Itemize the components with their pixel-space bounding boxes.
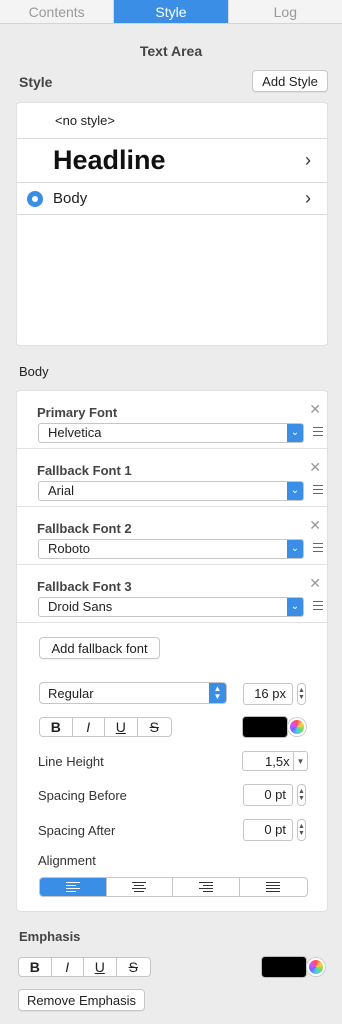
drag-handle-icon[interactable]: [313, 427, 323, 436]
spacing-after-stepper[interactable]: ▲ ▼: [297, 819, 306, 841]
panel-title: Text Area: [139, 43, 203, 59]
font-select[interactable]: Droid Sans ⌄: [38, 597, 304, 617]
dropdown-arrow-icon: ⌄: [287, 540, 303, 558]
font-select-value: Roboto: [48, 541, 90, 556]
font-label: Fallback Font 2: [37, 521, 132, 536]
close-icon[interactable]: ✕: [309, 517, 321, 534]
style-item-no-style[interactable]: <no style>: [17, 103, 327, 139]
spacing-after-label: Spacing After: [38, 823, 116, 838]
tab-style[interactable]: Style: [114, 0, 229, 23]
dropdown-arrow-icon: ⌄: [287, 598, 303, 616]
font-row-fallback-3: Fallback Font 3 ✕ Droid Sans ⌄: [17, 565, 327, 623]
dropdown-arrow-icon: ⌄: [287, 482, 303, 500]
emphasis-bold-button[interactable]: B: [19, 958, 52, 976]
tab-log[interactable]: Log: [229, 0, 342, 23]
align-right-icon: [198, 882, 213, 892]
style-list: <no style> Headline › Body ›: [16, 102, 328, 346]
remove-emphasis-button[interactable]: Remove Emphasis: [18, 989, 145, 1011]
align-justify-button[interactable]: [240, 878, 307, 896]
font-weight-select[interactable]: Regular ▲ ▼: [39, 682, 227, 704]
add-style-button[interactable]: Add Style: [252, 70, 328, 92]
text-color-swatch[interactable]: [242, 716, 288, 738]
stepper-icon: ▲ ▼: [209, 683, 226, 703]
emphasis-format-buttons: B I U S: [18, 957, 151, 977]
font-weight-value: Regular: [48, 686, 94, 701]
font-select[interactable]: Arial ⌄: [38, 481, 304, 501]
color-wheel-icon[interactable]: [307, 958, 325, 976]
line-height-label: Line Height: [38, 754, 104, 769]
emphasis-strikethrough-button[interactable]: S: [117, 958, 150, 976]
alignment-buttons: [39, 877, 308, 897]
alignment-label: Alignment: [38, 853, 96, 868]
italic-button[interactable]: I: [73, 718, 105, 736]
add-fallback-font-button[interactable]: Add fallback font: [39, 637, 160, 659]
close-icon[interactable]: ✕: [309, 459, 321, 476]
radio-selected-icon: [27, 190, 43, 207]
dropdown-arrow-icon: ⌄: [287, 424, 303, 442]
font-size-stepper[interactable]: ▲ ▼: [297, 683, 306, 705]
chevron-right-icon: ›: [305, 188, 311, 208]
font-label: Primary Font: [37, 405, 118, 420]
spacing-after-field[interactable]: 0 pt: [243, 819, 293, 841]
style-item-headline[interactable]: Headline ›: [17, 139, 327, 183]
style-item-label: <no style>: [55, 113, 115, 128]
drag-handle-icon[interactable]: [313, 485, 323, 494]
font-label: Fallback Font 3: [37, 579, 132, 594]
close-icon[interactable]: ✕: [309, 575, 321, 592]
line-height-select[interactable]: 1,5x ▼: [242, 751, 308, 771]
tab-bar: Contents Style Log: [0, 0, 342, 24]
style-item-label: Body: [53, 190, 88, 207]
align-justify-icon: [266, 882, 281, 892]
font-row-primary: Primary Font ✕ Helvetica ⌄: [17, 391, 327, 449]
tab-contents[interactable]: Contents: [0, 0, 115, 23]
text-format-buttons: B I U S: [39, 717, 172, 737]
font-select-value: Arial: [48, 483, 75, 498]
font-label: Fallback Font 1: [37, 463, 132, 478]
bold-button[interactable]: B: [40, 718, 73, 736]
close-icon[interactable]: ✕: [309, 401, 321, 418]
color-wheel-icon[interactable]: [288, 718, 306, 736]
drag-handle-icon[interactable]: [313, 543, 323, 552]
emphasis-italic-button[interactable]: I: [52, 958, 84, 976]
spacing-before-field[interactable]: 0 pt: [243, 784, 293, 806]
underline-button[interactable]: U: [105, 718, 138, 736]
align-center-button[interactable]: [107, 878, 173, 896]
dropdown-arrow-icon: ▼: [293, 752, 307, 770]
emphasis-section-title: Emphasis: [19, 929, 81, 944]
style-section-title: Style: [19, 74, 53, 90]
line-height-value: 1,5x: [265, 754, 290, 769]
font-select-value: Helvetica: [48, 425, 102, 440]
align-center-icon: [132, 882, 147, 892]
emphasis-color-swatch[interactable]: [261, 956, 307, 978]
align-left-button[interactable]: [40, 878, 107, 896]
body-section-title: Body: [19, 364, 49, 379]
font-row-fallback-2: Fallback Font 2 ✕ Roboto ⌄: [17, 507, 327, 565]
drag-handle-icon[interactable]: [313, 601, 323, 610]
font-row-fallback-1: Fallback Font 1 ✕ Arial ⌄: [17, 449, 327, 507]
align-left-icon: [65, 882, 80, 892]
spacing-before-label: Spacing Before: [38, 788, 127, 803]
font-select[interactable]: Roboto ⌄: [38, 539, 304, 559]
strikethrough-button[interactable]: S: [138, 718, 171, 736]
style-item-body[interactable]: Body ›: [17, 183, 327, 215]
font-select[interactable]: Helvetica ⌄: [38, 423, 304, 443]
font-size-field[interactable]: 16 px: [243, 683, 293, 705]
align-right-button[interactable]: [173, 878, 240, 896]
style-item-label: Headline: [53, 145, 166, 175]
emphasis-underline-button[interactable]: U: [84, 958, 117, 976]
chevron-right-icon: ›: [305, 150, 311, 170]
spacing-before-stepper[interactable]: ▲ ▼: [297, 784, 306, 806]
body-settings-card: Primary Font ✕ Helvetica ⌄ Fallback Font…: [16, 390, 328, 912]
font-select-value: Droid Sans: [48, 599, 113, 614]
